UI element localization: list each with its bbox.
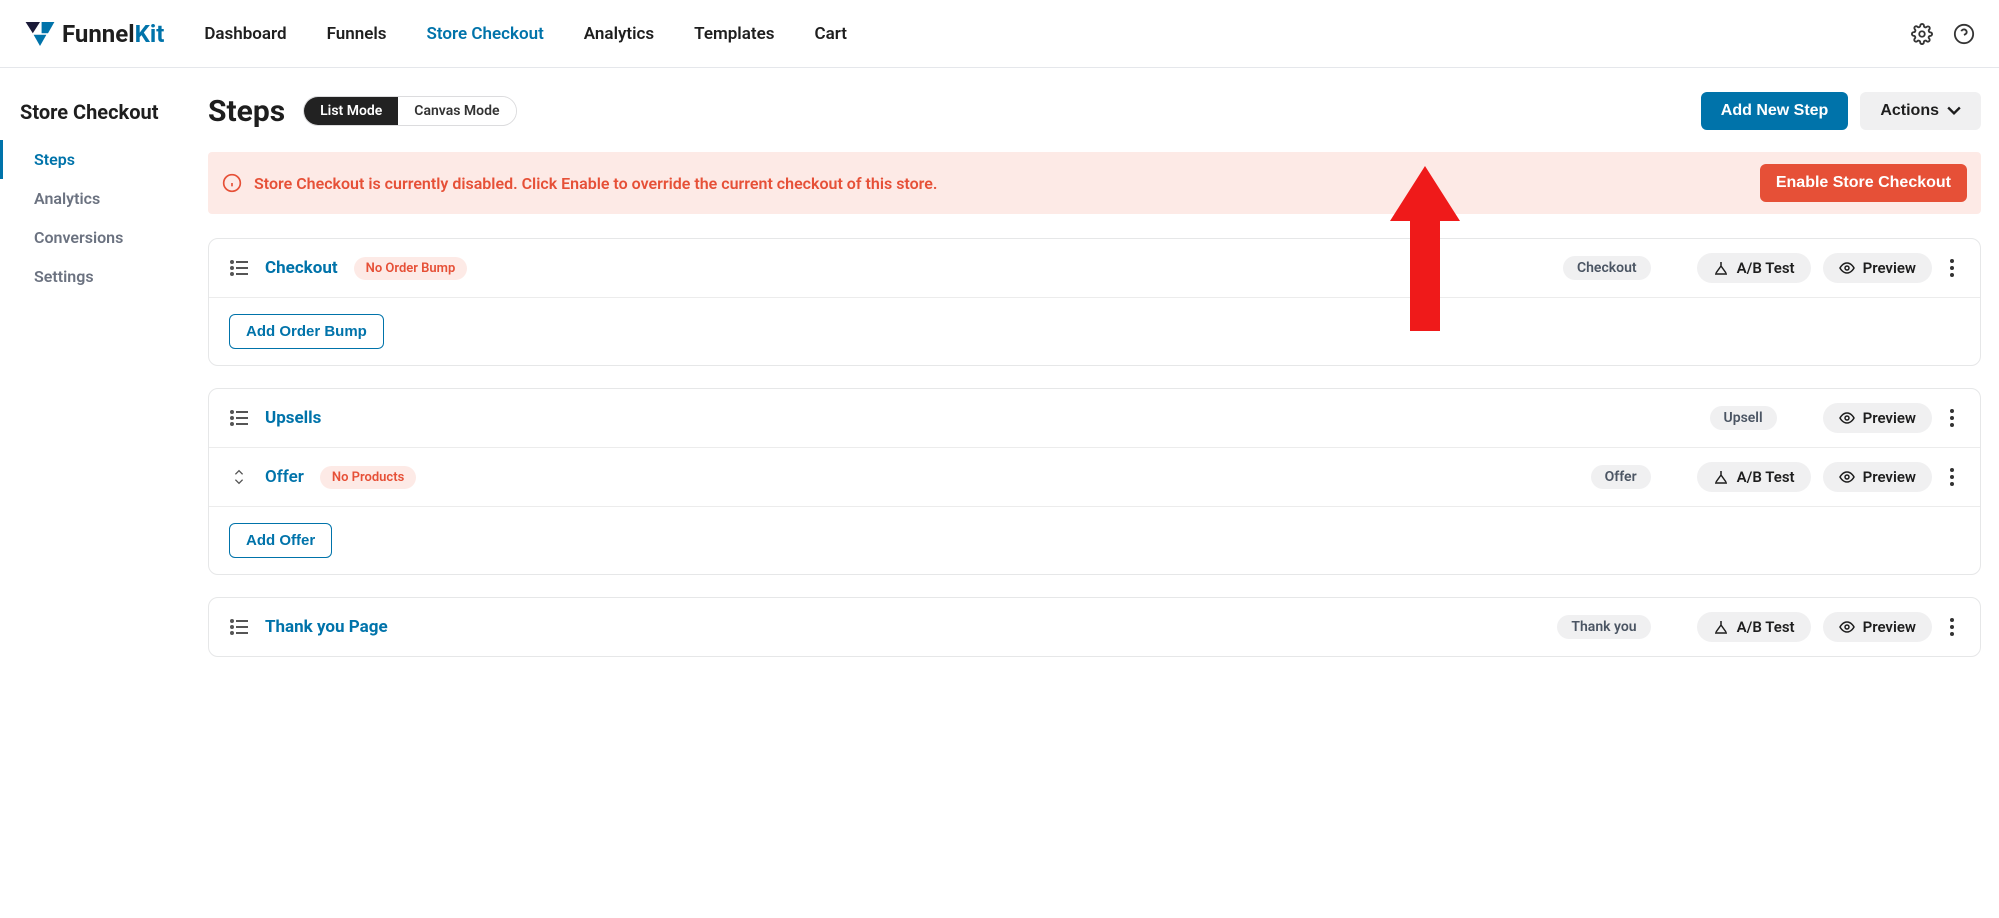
sidebar: Store Checkout Steps Analytics Conversio… <box>0 68 200 719</box>
sort-icon[interactable] <box>229 468 249 486</box>
ab-test-button[interactable]: A/B Test <box>1697 462 1811 492</box>
logo-icon <box>24 20 56 48</box>
type-badge-checkout: Checkout <box>1563 256 1651 280</box>
step-row-thankyou: Thank you Page Thank you A/B Test Previe… <box>209 598 1980 656</box>
main: Steps List Mode Canvas Mode Add New Step… <box>200 68 1999 719</box>
topnav-analytics[interactable]: Analytics <box>584 24 654 44</box>
sidebar-item-analytics[interactable]: Analytics <box>0 179 200 218</box>
topnav-cart[interactable]: Cart <box>814 24 847 44</box>
badge-no-order-bump: No Order Bump <box>354 257 468 280</box>
row-actions: A/B Test Preview <box>1697 462 1960 492</box>
topnav-funnels[interactable]: Funnels <box>327 24 387 44</box>
list-icon <box>229 409 249 427</box>
row-actions: A/B Test Preview <box>1697 253 1960 283</box>
kebab-menu[interactable] <box>1944 255 1960 281</box>
step-row-upsells: Upsells Upsell Preview <box>209 389 1980 447</box>
preview-label: Preview <box>1863 468 1916 486</box>
kebab-menu[interactable] <box>1944 464 1960 490</box>
chevron-down-icon <box>1947 104 1961 118</box>
header-actions: Add New Step Actions <box>1701 92 1981 130</box>
step-link-checkout[interactable]: Checkout <box>265 258 338 278</box>
eye-icon <box>1839 619 1855 635</box>
mode-list-button[interactable]: List Mode <box>304 97 398 125</box>
mode-canvas-button[interactable]: Canvas Mode <box>398 97 515 125</box>
topnav: Dashboard Funnels Store Checkout Analyti… <box>204 24 847 44</box>
sidebar-title: Store Checkout <box>0 92 200 140</box>
step-link-upsells[interactable]: Upsells <box>265 408 321 428</box>
preview-button[interactable]: Preview <box>1823 462 1932 492</box>
enable-store-checkout-button[interactable]: Enable Store Checkout <box>1760 164 1967 202</box>
type-badge-offer: Offer <box>1591 465 1651 489</box>
step-row-offer: Offer No Products Offer A/B Test Preview <box>209 447 1980 506</box>
topnav-dashboard[interactable]: Dashboard <box>204 24 286 44</box>
ab-test-button[interactable]: A/B Test <box>1697 612 1811 642</box>
gear-icon[interactable] <box>1911 23 1933 45</box>
topnav-store-checkout[interactable]: Store Checkout <box>427 24 544 44</box>
ab-test-label: A/B Test <box>1737 468 1795 486</box>
badge-no-products: No Products <box>320 466 416 489</box>
step-link-thankyou[interactable]: Thank you Page <box>265 617 388 637</box>
topbar-right <box>1911 23 1975 45</box>
add-new-step-button[interactable]: Add New Step <box>1701 92 1849 130</box>
kebab-menu[interactable] <box>1944 405 1960 431</box>
mode-switch: List Mode Canvas Mode <box>303 96 516 126</box>
logo[interactable]: FunnelKit <box>24 20 164 48</box>
preview-button[interactable]: Preview <box>1823 403 1932 433</box>
eye-icon <box>1839 260 1855 276</box>
row-actions: Preview <box>1823 403 1960 433</box>
step-card-checkout: Checkout No Order Bump Checkout A/B Test… <box>208 238 1981 366</box>
list-icon <box>229 618 249 636</box>
type-badge-upsell: Upsell <box>1710 406 1777 430</box>
actions-button[interactable]: Actions <box>1860 92 1981 130</box>
ab-test-label: A/B Test <box>1737 618 1795 636</box>
topbar: FunnelKit Dashboard Funnels Store Checko… <box>0 0 1999 68</box>
header-row: Steps List Mode Canvas Mode Add New Step… <box>208 92 1981 130</box>
add-offer-row: Add Offer <box>209 506 1980 574</box>
step-row-checkout: Checkout No Order Bump Checkout A/B Test… <box>209 239 1980 297</box>
actions-button-label: Actions <box>1880 102 1939 120</box>
step-card-thankyou: Thank you Page Thank you A/B Test Previe… <box>208 597 1981 657</box>
page-title: Steps <box>208 94 285 129</box>
list-icon <box>229 259 249 277</box>
sidebar-item-steps[interactable]: Steps <box>0 140 200 179</box>
abtest-icon <box>1713 619 1729 635</box>
sidebar-item-conversions[interactable]: Conversions <box>0 218 200 257</box>
type-badge-thankyou: Thank you <box>1557 615 1650 639</box>
preview-button[interactable]: Preview <box>1823 612 1932 642</box>
ab-test-label: A/B Test <box>1737 259 1795 277</box>
logo-text: FunnelKit <box>62 20 164 48</box>
preview-label: Preview <box>1863 409 1916 427</box>
alert-banner: Store Checkout is currently disabled. Cl… <box>208 152 1981 214</box>
eye-icon <box>1839 410 1855 426</box>
ab-test-button[interactable]: A/B Test <box>1697 253 1811 283</box>
add-order-bump-row: Add Order Bump <box>209 297 1980 365</box>
preview-button[interactable]: Preview <box>1823 253 1932 283</box>
add-offer-button[interactable]: Add Offer <box>229 523 332 558</box>
row-actions: A/B Test Preview <box>1697 612 1960 642</box>
abtest-icon <box>1713 469 1729 485</box>
step-link-offer[interactable]: Offer <box>265 467 304 487</box>
eye-icon <box>1839 469 1855 485</box>
add-order-bump-button[interactable]: Add Order Bump <box>229 314 384 349</box>
step-card-upsells: Upsells Upsell Preview Offer No P <box>208 388 1981 575</box>
abtest-icon <box>1713 260 1729 276</box>
alert-text: Store Checkout is currently disabled. Cl… <box>254 174 937 193</box>
help-icon[interactable] <box>1953 23 1975 45</box>
sidebar-item-settings[interactable]: Settings <box>0 257 200 296</box>
topnav-templates[interactable]: Templates <box>694 24 774 44</box>
kebab-menu[interactable] <box>1944 614 1960 640</box>
preview-label: Preview <box>1863 259 1916 277</box>
info-icon <box>222 173 242 193</box>
preview-label: Preview <box>1863 618 1916 636</box>
